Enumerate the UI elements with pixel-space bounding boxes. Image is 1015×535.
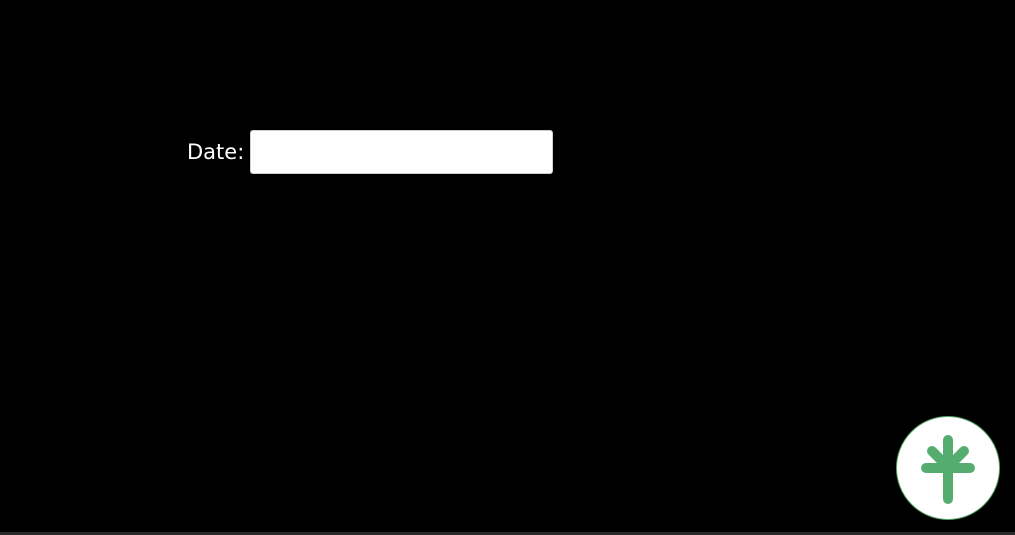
sprout-icon: [921, 435, 975, 504]
assistant-fab-button[interactable]: [896, 416, 1000, 520]
date-row: Date:: [187, 130, 554, 174]
date-label: Date:: [187, 139, 245, 164]
date-input[interactable]: [250, 130, 554, 174]
